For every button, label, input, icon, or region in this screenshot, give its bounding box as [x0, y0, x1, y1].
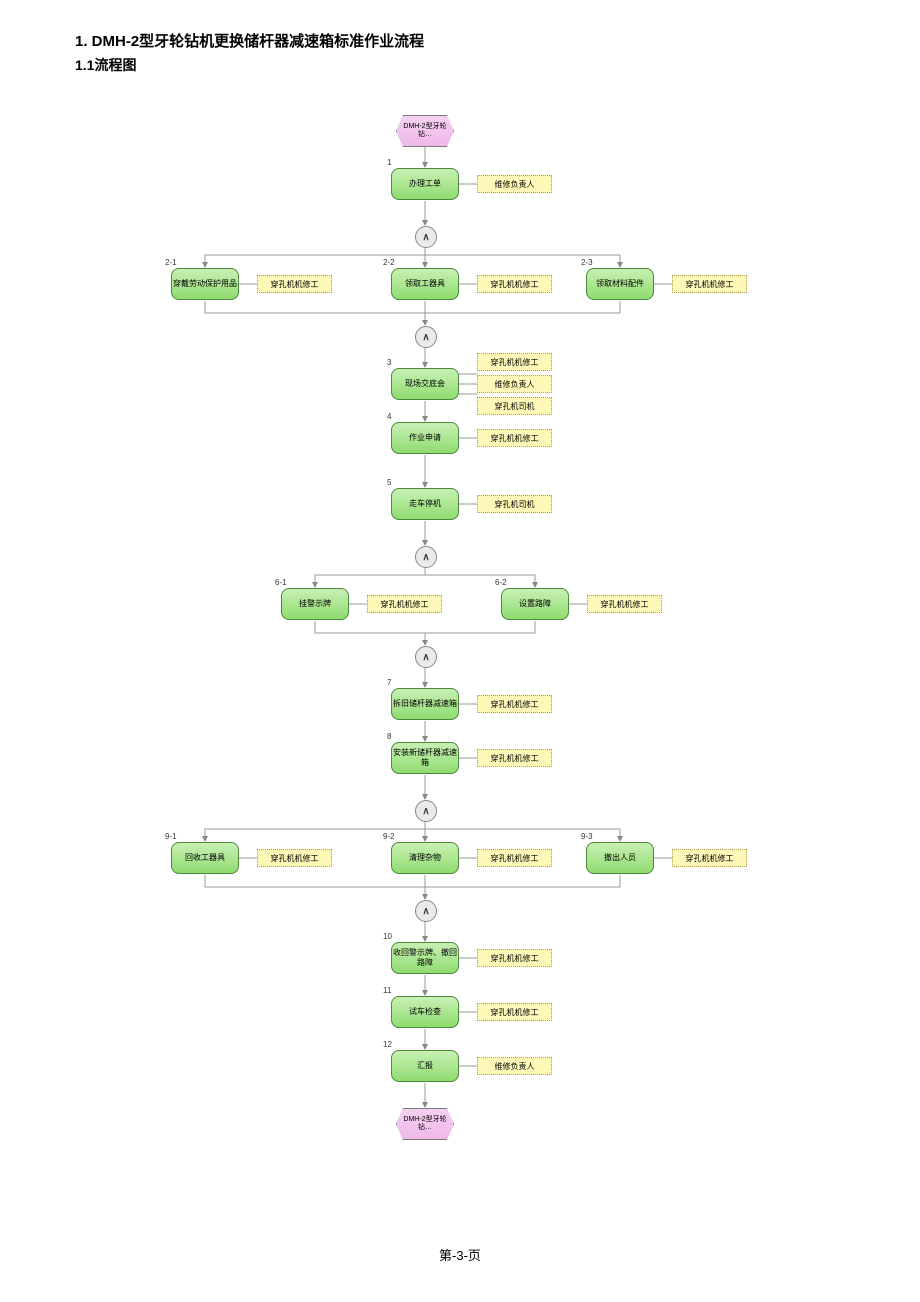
role-9-2: 穿孔机机修工: [477, 849, 552, 867]
role-3a: 穿孔机机修工: [477, 353, 552, 371]
heading-1: 1. DMH-2型牙轮钻机更换储杆器减速箱标准作业流程: [75, 30, 860, 51]
gateway-split-9: ∧: [415, 800, 437, 822]
gateway-merge-2: ∧: [415, 326, 437, 348]
role-12: 维修负责人: [477, 1057, 552, 1075]
process-10: 收回警示牌、撤回路障: [391, 942, 459, 974]
process-8: 安装新储杆器减速箱: [391, 742, 459, 774]
step-num-2-3: 2-3: [581, 258, 593, 267]
gateway-merge-6: ∧: [415, 646, 437, 668]
role-4: 穿孔机机修工: [477, 429, 552, 447]
step-num-2-1: 2-1: [165, 258, 177, 267]
process-5: 走车停机: [391, 488, 459, 520]
role-6-1: 穿孔机机修工: [367, 595, 442, 613]
gateway-split-2: ∧: [415, 226, 437, 248]
process-6-1: 挂警示牌: [281, 588, 349, 620]
process-9-2: 清理杂物: [391, 842, 459, 874]
process-2-2: 领取工器具: [391, 268, 459, 300]
step-num-2-2: 2-2: [383, 258, 395, 267]
process-6-2: 设置路障: [501, 588, 569, 620]
role-2-1: 穿孔机机修工: [257, 275, 332, 293]
gateway-merge-9: ∧: [415, 900, 437, 922]
process-1: 办理工单: [391, 168, 459, 200]
step-num-4: 4: [387, 412, 391, 421]
process-9-1: 回收工器具: [171, 842, 239, 874]
step-num-9-1: 9-1: [165, 832, 177, 841]
role-2-3: 穿孔机机修工: [672, 275, 747, 293]
role-1: 维修负责人: [477, 175, 552, 193]
step-num-6-2: 6-2: [495, 578, 507, 587]
role-3c: 穿孔机司机: [477, 397, 552, 415]
step-num-7: 7: [387, 678, 391, 687]
process-3: 现场交底会: [391, 368, 459, 400]
page-footer: 第-3-页: [0, 1225, 920, 1284]
process-4: 作业申请: [391, 422, 459, 454]
role-8: 穿孔机机修工: [477, 749, 552, 767]
connectors: [65, 95, 825, 1195]
process-2-3: 领取材料配件: [586, 268, 654, 300]
end-terminal: DMH-2型牙轮钻…: [396, 1108, 454, 1140]
role-9-3: 穿孔机机修工: [672, 849, 747, 867]
step-num-12: 12: [383, 1040, 392, 1049]
role-11: 穿孔机机修工: [477, 1003, 552, 1021]
gateway-split-6: ∧: [415, 546, 437, 568]
step-num-1: 1: [387, 158, 391, 167]
step-num-6-1: 6-1: [275, 578, 287, 587]
step-num-8: 8: [387, 732, 391, 741]
process-7: 拆旧储杆器减速箱: [391, 688, 459, 720]
process-11: 试车检查: [391, 996, 459, 1028]
role-3b: 维修负责人: [477, 375, 552, 393]
role-9-1: 穿孔机机修工: [257, 849, 332, 867]
heading-2: 1.1流程图: [75, 55, 860, 75]
role-2-2: 穿孔机机修工: [477, 275, 552, 293]
role-6-2: 穿孔机机修工: [587, 595, 662, 613]
step-num-9-2: 9-2: [383, 832, 395, 841]
flowchart-canvas: DMH-2型牙轮钻… 1 办理工单 维修负责人 ∧ 2-1 穿戴劳动保护用品 穿…: [65, 95, 825, 1195]
step-num-5: 5: [387, 478, 391, 487]
role-7: 穿孔机机修工: [477, 695, 552, 713]
process-2-1: 穿戴劳动保护用品: [171, 268, 239, 300]
start-terminal: DMH-2型牙轮钻…: [396, 115, 454, 147]
process-12: 汇报: [391, 1050, 459, 1082]
step-num-10: 10: [383, 932, 392, 941]
role-5: 穿孔机司机: [477, 495, 552, 513]
step-num-11: 11: [383, 986, 391, 995]
role-10: 穿孔机机修工: [477, 949, 552, 967]
step-num-9-3: 9-3: [581, 832, 593, 841]
process-9-3: 撤出人员: [586, 842, 654, 874]
step-num-3: 3: [387, 358, 391, 367]
